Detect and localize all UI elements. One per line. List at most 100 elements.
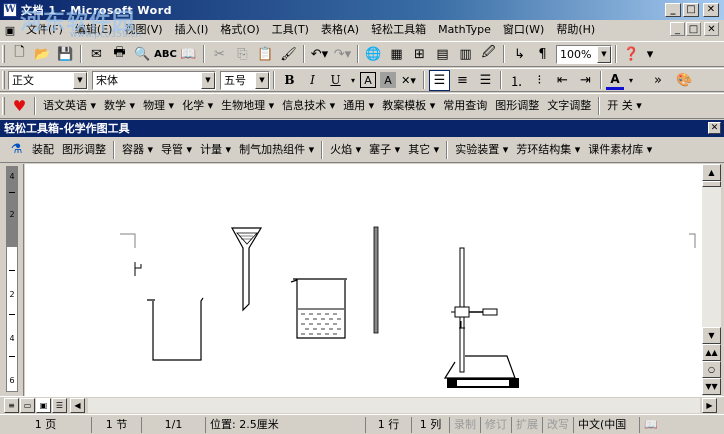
beaker-with-liquid[interactable] xyxy=(290,278,347,339)
numbering-icon[interactable]: ⒈ xyxy=(506,70,527,91)
copy-icon[interactable]: ⎘ xyxy=(232,44,253,65)
iron-stand[interactable] xyxy=(443,247,519,388)
normal-view-button[interactable]: ≡ xyxy=(4,398,19,413)
toolbar-grip[interactable] xyxy=(2,71,5,89)
close-button[interactable]: ✕ xyxy=(703,3,719,17)
print-preview-icon[interactable]: 🔍 xyxy=(132,44,153,65)
menu-general[interactable]: 通用 ▾ xyxy=(339,96,378,116)
drawing-icon[interactable]: 🖉 xyxy=(478,44,499,65)
menu-tools[interactable]: 工具(T) xyxy=(266,21,315,39)
menu-format[interactable]: 格式(O) xyxy=(214,21,265,39)
hscroll-track[interactable] xyxy=(88,398,700,413)
toolbar-options-icon[interactable]: ▾ xyxy=(644,44,656,65)
menu-shape-adjust[interactable]: 图形调整 xyxy=(491,96,543,116)
zoom-select[interactable]: 100% ▼ xyxy=(556,44,612,64)
bullets-icon[interactable]: ⁝ xyxy=(529,70,550,91)
paste-icon[interactable]: 📋 xyxy=(255,44,276,65)
align-right-icon[interactable]: ☰ xyxy=(475,70,496,91)
underline-button[interactable]: U xyxy=(325,70,346,90)
format-painter-icon[interactable]: 🖌 xyxy=(278,44,299,65)
chem-toolbar-title[interactable]: 轻松工具箱-化学作图工具 ✕ xyxy=(0,120,724,137)
funnel[interactable] xyxy=(230,227,263,312)
menu-window[interactable]: 窗口(W) xyxy=(497,21,550,39)
open-folder-icon[interactable]: 📂 xyxy=(32,44,53,65)
word-doc-icon[interactable]: W xyxy=(3,3,17,17)
doc-close-button[interactable]: ✕ xyxy=(704,22,719,36)
document-page[interactable] xyxy=(25,164,702,396)
menu-table[interactable]: 表格(A) xyxy=(315,21,365,39)
menu-bio-geo[interactable]: 生物地理 ▾ xyxy=(217,96,278,116)
status-ovr[interactable]: 改写 xyxy=(543,416,574,433)
status-rec[interactable]: 录制 xyxy=(450,416,481,433)
chem-toolbar-close-button[interactable]: ✕ xyxy=(708,122,721,134)
web-view-button[interactable]: ▭ xyxy=(20,398,35,413)
menu-view[interactable]: 视图(V) xyxy=(118,21,168,39)
document-map-icon[interactable]: ↳ xyxy=(509,44,530,65)
insert-excel-icon[interactable]: ▤ xyxy=(432,44,453,65)
cut-icon[interactable]: ✂ xyxy=(209,44,230,65)
chevron-down-icon[interactable]: ▼ xyxy=(255,71,269,89)
prev-page-button[interactable]: ▲▲ xyxy=(702,344,721,361)
menu-common-query[interactable]: 常用查询 xyxy=(439,96,491,116)
assembly-icon[interactable]: ⚗ xyxy=(6,139,27,160)
chevron-down-icon[interactable]: ▼ xyxy=(201,71,215,89)
spelling-icon[interactable]: ABC xyxy=(154,44,177,65)
show-hide-icon[interactable]: ¶ xyxy=(532,44,553,65)
doc-minimize-button[interactable]: _ xyxy=(670,22,685,36)
chem-courseware-menu[interactable]: 课件素材库 ▾ xyxy=(584,140,656,160)
print-layout-button[interactable]: ▣ xyxy=(36,398,51,413)
maximize-button[interactable]: □ xyxy=(683,3,699,17)
doc-menu-icon[interactable]: ▣ xyxy=(1,20,19,41)
chevron-down-icon[interactable]: ▾ xyxy=(348,70,358,91)
print-icon[interactable]: 🖶 xyxy=(109,44,130,65)
scroll-left-button[interactable]: ◀ xyxy=(70,398,85,413)
chem-stopper-menu[interactable]: 塞子 ▾ xyxy=(365,140,404,160)
vertical-ruler[interactable]: 4 2 2 4 6 xyxy=(0,164,24,396)
menu-toggle[interactable]: 开 关 ▾ xyxy=(603,96,646,116)
next-page-button[interactable]: ▼▼ xyxy=(702,378,721,395)
chem-aromatic-menu[interactable]: 芳环结构集 ▾ xyxy=(512,140,584,160)
menu-toolbox[interactable]: 轻松工具箱 xyxy=(365,21,432,39)
hyperlink-icon[interactable]: 🌐 xyxy=(363,44,384,65)
scroll-thumb[interactable] xyxy=(702,181,721,187)
spelling-status-icon[interactable]: 📖 xyxy=(640,417,662,433)
align-center-icon[interactable]: ≡ xyxy=(452,70,473,91)
insert-table-icon[interactable]: ⊞ xyxy=(409,44,430,65)
chem-assembly-button[interactable]: 装配 xyxy=(28,140,58,160)
status-trk[interactable]: 修订 xyxy=(481,416,512,433)
outline-view-button[interactable]: ☰ xyxy=(52,398,67,413)
toolbar-grip[interactable] xyxy=(2,45,5,63)
help-icon[interactable]: ❓ xyxy=(621,44,642,65)
scroll-right-button[interactable]: ▶ xyxy=(702,398,717,413)
chem-measure-menu[interactable]: 计量 ▾ xyxy=(196,140,235,160)
menu-help[interactable]: 帮助(H) xyxy=(550,21,601,39)
minimize-button[interactable]: _ xyxy=(665,3,681,17)
chevron-down-icon[interactable]: ▼ xyxy=(73,71,87,89)
chem-shape-adjust-button[interactable]: 图形调整 xyxy=(58,140,110,160)
reading-icon[interactable]: 🎨 xyxy=(674,70,695,91)
chem-containers-menu[interactable]: 容器 ▾ xyxy=(118,140,157,160)
email-icon[interactable]: ✉ xyxy=(86,44,107,65)
save-icon[interactable]: 💾 xyxy=(55,44,76,65)
menu-it[interactable]: 信息技术 ▾ xyxy=(278,96,339,116)
italic-button[interactable]: I xyxy=(302,70,323,90)
menu-text-adjust[interactable]: 文字调整 xyxy=(543,96,595,116)
chem-flame-menu[interactable]: 火焰 ▾ xyxy=(326,140,365,160)
chem-tubes-menu[interactable]: 导管 ▾ xyxy=(157,140,196,160)
menu-mathtype[interactable]: MathType xyxy=(432,21,497,39)
bold-button[interactable]: B xyxy=(279,70,300,90)
menu-lesson-templates[interactable]: 教案模板 ▾ xyxy=(378,96,439,116)
heart-icon[interactable]: ♥ xyxy=(9,96,30,117)
menu-physics[interactable]: 物理 ▾ xyxy=(139,96,178,116)
menu-chinese-english[interactable]: 语文英语 ▾ xyxy=(39,96,100,116)
menu-edit[interactable]: 编辑(E) xyxy=(69,21,119,39)
columns-icon[interactable]: ▥ xyxy=(455,44,476,65)
chem-gas-heating-menu[interactable]: 制气加热组件 ▾ xyxy=(235,140,318,160)
menu-file[interactable]: 文件(F) xyxy=(20,21,69,39)
doc-restore-button[interactable]: □ xyxy=(686,22,701,36)
menu-math[interactable]: 数学 ▾ xyxy=(100,96,139,116)
undo-icon[interactable]: ↶▾ xyxy=(309,44,330,65)
chevron-down-icon[interactable]: ▾ xyxy=(626,70,636,91)
font-size-select[interactable]: 五号 ▼ xyxy=(220,70,270,90)
tables-borders-icon[interactable]: ▦ xyxy=(386,44,407,65)
